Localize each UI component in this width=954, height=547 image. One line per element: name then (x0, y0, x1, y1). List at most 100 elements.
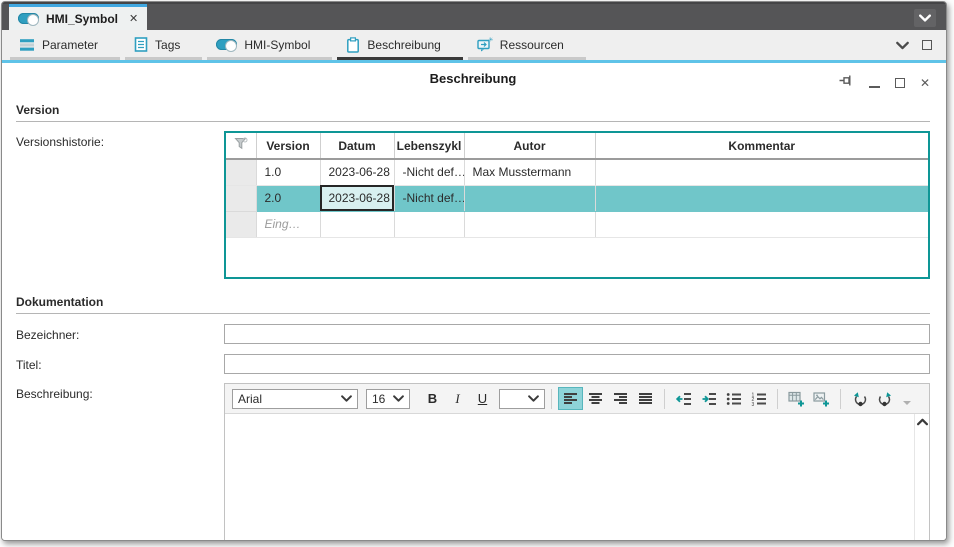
minimize-icon[interactable] (869, 86, 880, 88)
version-history-table: Version Datum Lebenszykl Autor Kommentar… (224, 131, 930, 279)
tab-parameter-label: Parameter (42, 38, 98, 52)
tab-beschreibung-label: Beschreibung (367, 38, 440, 52)
row-indicator[interactable] (226, 211, 256, 237)
column-header-datum[interactable]: Datum (320, 133, 394, 159)
bezeichner-label: Bezeichner: (16, 324, 224, 342)
rich-text-editor: Arial 16 B I U (224, 383, 930, 540)
font-family-value: Arial (238, 392, 262, 406)
view-tab-bar: Parameter Tags HMI-Symbol Beschreibung ✳… (2, 30, 946, 60)
bold-button[interactable]: B (420, 387, 445, 410)
toolbar-more-icon[interactable] (903, 401, 911, 405)
align-right-icon[interactable] (608, 387, 633, 410)
column-header-version[interactable]: Version (256, 133, 320, 159)
editor-toolbar: Arial 16 B I U (225, 384, 929, 414)
justify-icon[interactable] (633, 387, 658, 410)
cell-datum[interactable]: 2023-06-28 (320, 159, 394, 185)
editor-tab-bar: HMI_Symbol ✕ (2, 2, 946, 30)
toolbar-separator (664, 389, 665, 409)
font-size-select[interactable]: 16 (366, 389, 410, 409)
numbered-list-icon[interactable]: 123 (746, 387, 771, 410)
insert-image-icon[interactable] (809, 387, 834, 410)
panel-list-chevron-icon[interactable] (896, 41, 909, 50)
beschreibung-panel: Beschreibung ✕ Version Versionshistorie: (2, 63, 946, 540)
cell-kommentar[interactable] (595, 211, 928, 237)
row-indicator[interactable] (226, 185, 256, 211)
tab-tags-label: Tags (155, 38, 180, 52)
font-size-value: 16 (372, 392, 385, 406)
indent-icon[interactable] (696, 387, 721, 410)
table-header-row: Version Datum Lebenszykl Autor Kommentar (226, 133, 928, 159)
align-center-icon[interactable] (583, 387, 608, 410)
cell-autor[interactable] (464, 211, 595, 237)
cell-lebenszyklus[interactable]: -Nicht def… (394, 185, 464, 211)
cell-autor[interactable]: Max Musstermann (464, 159, 595, 185)
titel-row: Titel: (16, 354, 930, 374)
table-row-selected[interactable]: 2.0 2023-06-28 -Nicht def… (226, 185, 928, 211)
scroll-up-icon[interactable] (916, 418, 929, 426)
cell-lebenszyklus[interactable] (394, 211, 464, 237)
filter-icon[interactable] (226, 133, 256, 159)
cell-lebenszyklus[interactable]: -Nicht def… (394, 159, 464, 185)
tab-label: HMI_Symbol (46, 12, 118, 26)
italic-button[interactable]: I (445, 387, 470, 410)
cell-datum[interactable] (320, 211, 394, 237)
column-header-lebenszyklus[interactable]: Lebenszykl (394, 133, 464, 159)
ressourcen-icon: ✳ (477, 37, 493, 52)
column-header-kommentar[interactable]: Kommentar (595, 133, 928, 159)
titel-label: Titel: (16, 354, 224, 372)
cell-version[interactable]: 2.0 (256, 185, 320, 211)
bezeichner-field[interactable] (224, 324, 930, 344)
tab-hmi-symbol[interactable]: HMI_Symbol ✕ (9, 4, 147, 30)
font-family-select[interactable]: Arial (232, 389, 358, 409)
bullet-list-icon[interactable] (721, 387, 746, 410)
cell-kommentar[interactable] (595, 159, 928, 185)
hmi-symbol-icon (216, 39, 237, 50)
toolbar-separator (777, 389, 778, 409)
dokumentation-section-heading: Dokumentation (16, 295, 930, 314)
pin-icon[interactable] (839, 74, 854, 92)
toolbar-separator (551, 389, 552, 409)
tab-hmi-symbol-view[interactable]: HMI-Symbol (207, 32, 332, 60)
tab-close-icon[interactable]: ✕ (129, 12, 138, 25)
table-row-new-entry[interactable]: Eing… (226, 211, 928, 237)
version-section-heading: Version (16, 103, 930, 122)
close-icon[interactable]: ✕ (920, 77, 930, 89)
column-header-autor[interactable]: Autor (464, 133, 595, 159)
beschreibung-label: Beschreibung: (16, 383, 224, 401)
panel-controls: ✕ (839, 74, 930, 92)
align-left-icon[interactable] (558, 387, 583, 410)
beschreibung-textarea[interactable] (225, 414, 929, 540)
cell-kommentar[interactable] (595, 185, 928, 211)
tab-beschreibung[interactable]: Beschreibung (337, 32, 462, 60)
view-tab-controls (896, 30, 938, 60)
color-select[interactable] (499, 389, 545, 409)
tab-ressourcen-label: Ressourcen (500, 38, 564, 52)
cell-datum-focused[interactable]: 2023-06-28 (320, 185, 394, 211)
float-panel-icon[interactable] (922, 40, 932, 50)
maximize-icon[interactable] (895, 78, 905, 88)
cell-autor[interactable] (464, 185, 595, 211)
tab-overflow-chevron-icon[interactable] (914, 9, 936, 27)
outdent-icon[interactable] (671, 387, 696, 410)
tab-parameter[interactable]: Parameter (10, 32, 120, 60)
beschreibung-icon (346, 37, 360, 53)
tab-ressourcen[interactable]: ✳ Ressourcen (468, 32, 586, 60)
table-row[interactable]: 1.0 2023-06-28 -Nicht def… Max Mussterma… (226, 159, 928, 185)
bezeichner-row: Bezeichner: (16, 324, 930, 344)
cell-new-entry[interactable]: Eing… (256, 211, 320, 237)
toolbar-separator (840, 389, 841, 409)
titel-field[interactable] (224, 354, 930, 374)
tags-icon (134, 37, 148, 52)
redo-icon[interactable] (872, 387, 897, 410)
cell-version[interactable]: 1.0 (256, 159, 320, 185)
row-indicator[interactable] (226, 159, 256, 185)
tab-hmi-symbol-label: HMI-Symbol (244, 38, 310, 52)
version-history-label: Versionshistorie: (16, 131, 224, 149)
undo-icon[interactable] (847, 387, 872, 410)
tab-tags[interactable]: Tags (125, 32, 202, 60)
editor-scrollbar[interactable] (914, 414, 929, 540)
app-window: HMI_Symbol ✕ Parameter Tags HMI-Symbol (1, 1, 947, 541)
toggle-icon (18, 13, 39, 24)
insert-table-icon[interactable] (784, 387, 809, 410)
underline-button[interactable]: U (470, 387, 495, 410)
